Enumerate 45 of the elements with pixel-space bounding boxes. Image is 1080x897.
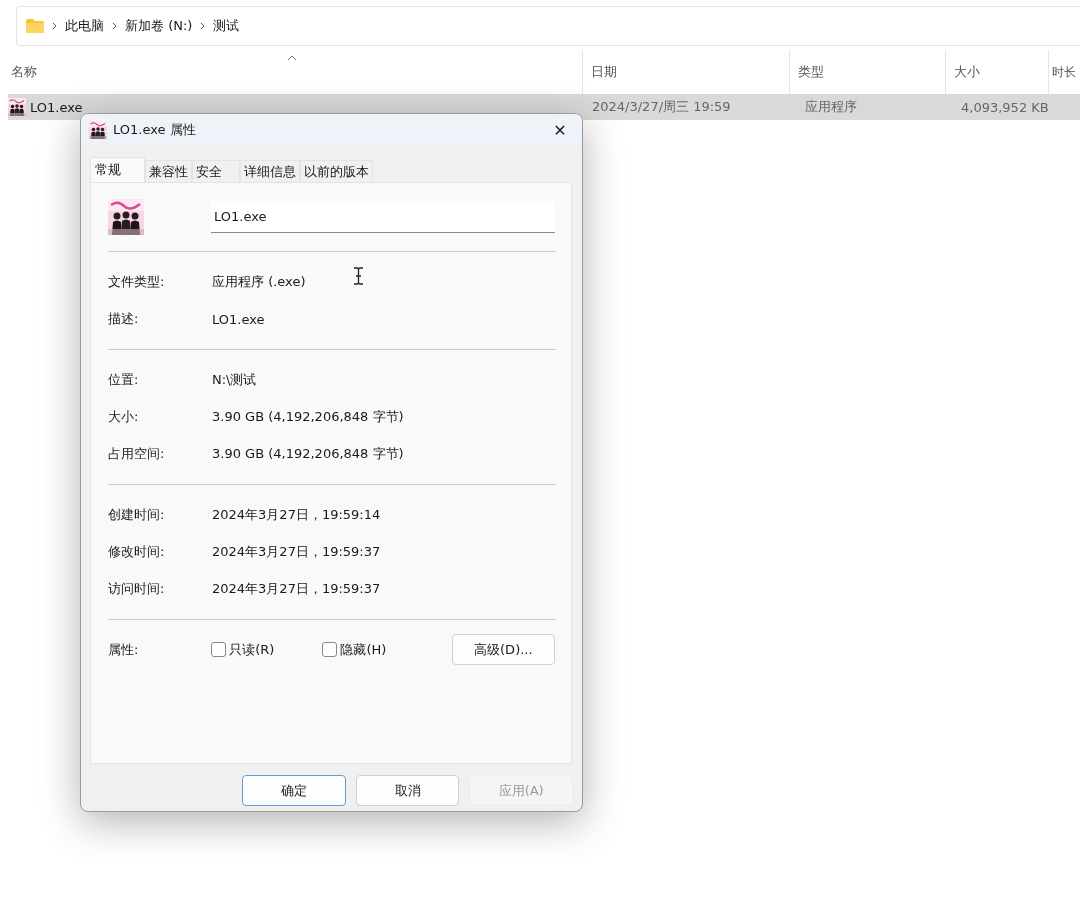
property-label: 描述:: [108, 310, 140, 328]
property-label: 修改时间:: [108, 543, 166, 561]
property-label: 占用空间:: [108, 445, 166, 463]
tab[interactable]: 常规: [90, 157, 145, 182]
tab[interactable]: 兼容性: [145, 160, 192, 182]
ok-button[interactable]: 确定: [242, 775, 346, 806]
file-date: 2024/3/27/周三 19:59: [592, 98, 731, 116]
chevron-icon: [52, 22, 57, 30]
checkbox[interactable]: 隐藏(H): [322, 640, 434, 659]
checkbox[interactable]: 只读(R): [211, 640, 323, 659]
property-label: 文件类型:: [108, 273, 166, 291]
address-bar[interactable]: 此电脑 新加卷 (N:) 测试: [16, 6, 1080, 46]
property-label: 访问时间:: [108, 580, 166, 598]
file-type: 应用程序: [805, 98, 857, 116]
property-value: 2024年3月27日，19:59:37: [212, 580, 381, 598]
property-value: N:\测试: [212, 371, 257, 389]
text-cursor-icon: [353, 267, 364, 285]
chevron-icon: [200, 22, 206, 30]
property-value: 2024年3月27日，19:59:14: [212, 506, 381, 524]
breadcrumb-item[interactable]: 新加卷 (N:): [125, 17, 193, 35]
breadcrumb-item[interactable]: 此电脑: [65, 17, 104, 35]
folder-icon: [26, 19, 44, 33]
file-name: LO1.exe: [30, 99, 83, 115]
checkbox-box[interactable]: [211, 642, 227, 657]
column-header[interactable]: 名称: [0, 50, 582, 94]
file-size: 4,093,952 KB: [961, 99, 1049, 115]
tab[interactable]: 以前的版本: [300, 160, 373, 182]
property-label: 属性:: [108, 640, 140, 659]
property-label: 位置:: [108, 371, 140, 389]
tab[interactable]: 安全: [192, 160, 240, 182]
window-title: LO1.exe 属性: [113, 121, 197, 139]
advanced-button[interactable]: 高级(D)...: [451, 634, 555, 665]
property-value: 应用程序 (.exe): [212, 273, 306, 291]
file-name-field[interactable]: LO1.exe: [211, 201, 555, 233]
checkbox-box[interactable]: [322, 642, 338, 657]
chevron-icon: [112, 22, 117, 30]
property-value: 2024年3月27日，19:59:37: [212, 543, 381, 561]
property-label: 创建时间:: [108, 506, 166, 524]
cancel-button[interactable]: 取消: [355, 775, 460, 806]
property-value: 3.90 GB (4,192,206,848 字节): [212, 445, 404, 463]
tab[interactable]: 详细信息: [240, 160, 300, 182]
breadcrumb-item[interactable]: 测试: [213, 17, 240, 35]
property-value: 3.90 GB (4,192,206,848 字节): [212, 408, 404, 426]
property-label: 大小:: [108, 408, 140, 426]
property-value: LO1.exe: [212, 311, 265, 327]
